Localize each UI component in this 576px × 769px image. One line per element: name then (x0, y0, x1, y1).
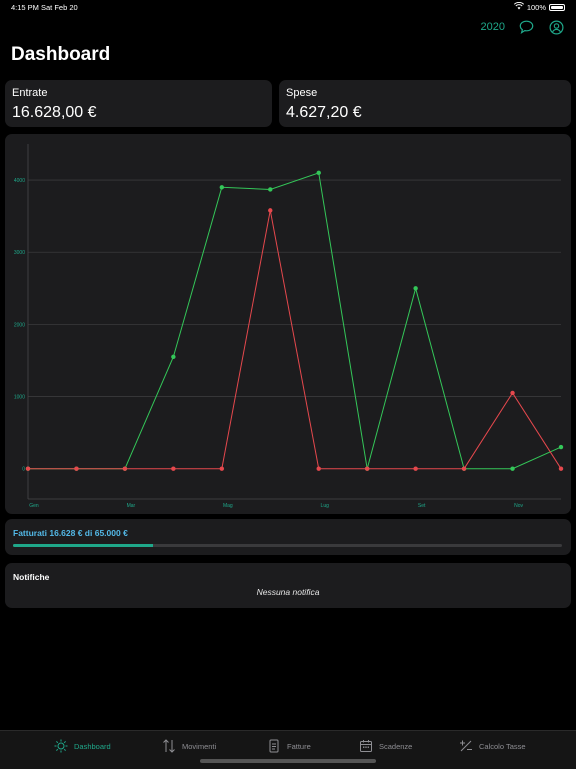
x-tick-label: Nov (514, 503, 523, 509)
tab-movimenti[interactable]: Movimenti (162, 739, 216, 753)
data-point (510, 466, 515, 471)
chat-bubble-icon[interactable] (517, 18, 535, 36)
data-point (413, 466, 418, 471)
tab-dashboard[interactable]: Dashboard (54, 739, 111, 753)
plus-minus-icon (459, 739, 473, 753)
data-point (122, 466, 128, 471)
user-circle-icon[interactable] (547, 18, 565, 36)
data-point (268, 187, 273, 192)
chart-axes: 0 1000 2000 3000 4000 Gen Mar Mag Lug Set Nov (14, 144, 561, 509)
x-tick-label: Set (418, 503, 426, 509)
data-point (219, 185, 225, 190)
progress-label: Fatturati 16.628 € di 65.000 € (13, 528, 128, 538)
y-tick-label: 3000 (14, 250, 25, 256)
notifications-title: Notifiche (13, 572, 50, 582)
x-tick-label: Mag (223, 503, 233, 509)
data-point (171, 354, 176, 360)
notifications-card: Notifiche Nessuna notifica (5, 563, 571, 608)
year-selector[interactable]: 2020 (481, 21, 505, 33)
wifi-icon (513, 1, 524, 12)
tab-dashboard-label: Dashboard (74, 741, 111, 751)
dashboard-sun-icon (54, 739, 68, 753)
notifications-empty-text: Nessuna notifica (256, 587, 320, 597)
expenses-label: Spese (286, 87, 318, 99)
arrows-updown-icon (162, 739, 176, 753)
invoiced-progress-card[interactable]: Fatturati 16.628 € di 65.000 € (5, 519, 571, 555)
status-bar: 4:15 PM Sat Feb 20 100% (0, 0, 576, 14)
y-tick-label: 4000 (14, 178, 25, 184)
data-point (461, 466, 467, 471)
status-right: 100% (513, 1, 565, 12)
data-point (171, 466, 176, 471)
income-card[interactable]: Entrate 16.628,00 € (5, 80, 272, 127)
y-tick-label: 1000 (14, 395, 25, 401)
home-indicator (200, 759, 376, 763)
tab-fatture-label: Fatture (287, 741, 311, 751)
tab-bar: Dashboard Movimenti Fatture Scadenze Cal… (0, 730, 576, 769)
data-point (25, 466, 31, 471)
status-time: 4:15 PM (11, 3, 39, 12)
battery-percent: 100% (526, 2, 546, 12)
tab-scadenze[interactable]: Scadenze (359, 739, 412, 753)
data-point (268, 208, 273, 213)
income-label: Entrate (12, 87, 48, 99)
data-point (364, 466, 370, 471)
income-value: 16.628,00 € (12, 104, 97, 121)
series-line-0 (28, 172, 562, 470)
tab-scadenze-label: Scadenze (379, 741, 413, 751)
tab-calcolo-tasse-label: Calcolo Tasse (479, 741, 526, 751)
tab-movimenti-label: Movimenti (182, 741, 217, 751)
tab-calcolo-tasse[interactable]: Calcolo Tasse (459, 739, 526, 753)
data-point (558, 444, 564, 450)
data-point (316, 466, 321, 471)
header-actions: 2020 (481, 18, 565, 36)
tab-fatture[interactable]: Fatture (267, 739, 311, 753)
data-point (558, 466, 564, 471)
document-icon (267, 739, 281, 753)
y-tick-label: 2000 (14, 322, 25, 328)
data-point (219, 466, 225, 471)
x-tick-label: Mar (127, 503, 136, 509)
x-tick-label: Lug (321, 503, 330, 509)
data-point (74, 466, 79, 471)
expenses-card[interactable]: Spese 4.627,20 € (279, 80, 571, 127)
progress-track (13, 544, 562, 547)
data-point (510, 390, 515, 396)
series-line-1 (28, 210, 562, 470)
chart-card: 0 1000 2000 3000 4000 Gen Mar Mag Lug Set Nov (5, 134, 571, 514)
expenses-value: 4.627,20 € (286, 104, 362, 121)
x-tick-label: Gen (29, 503, 39, 509)
data-point (413, 286, 418, 291)
status-date: Sat Feb 20 (41, 3, 78, 12)
data-point (316, 170, 321, 176)
chart-grid (28, 179, 561, 397)
progress-fill (13, 544, 154, 547)
calendar-icon (359, 739, 373, 753)
page-title: Dashboard (11, 44, 111, 65)
chart-series (25, 170, 564, 471)
y-tick-label: 0 (22, 467, 25, 473)
battery-icon (549, 3, 565, 11)
line-chart: 0 1000 2000 3000 4000 Gen Mar Mag Lug Set Nov (14, 144, 564, 509)
